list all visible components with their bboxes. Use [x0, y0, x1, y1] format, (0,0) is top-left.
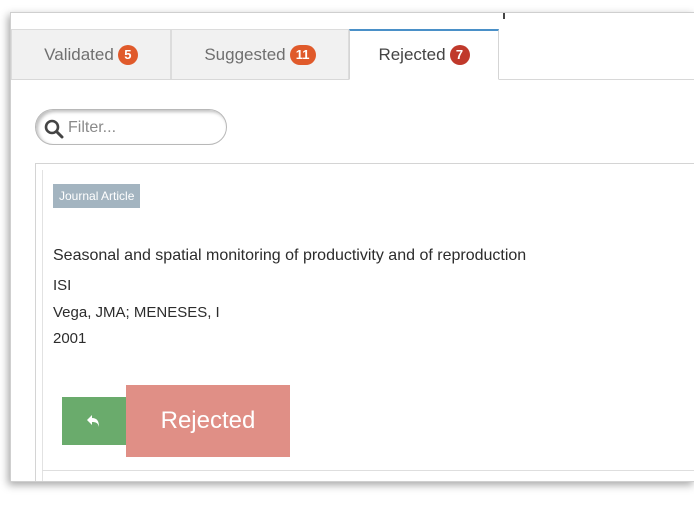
tab-validated-label: Validated [44, 44, 114, 64]
publication-card: Journal Article Seasonal and spatial mon… [35, 163, 694, 481]
undo-icon [87, 415, 99, 427]
rejected-status-button[interactable]: Rejected [126, 385, 290, 457]
tab-rejected-count-badge: 7 [449, 45, 470, 65]
tab-suggested[interactable]: Suggested 11 [171, 29, 349, 79]
tab-validated[interactable]: Validated 5 [11, 29, 171, 79]
card-divider [42, 470, 694, 471]
publication-year: 2001 [53, 330, 87, 347]
publication-source: ISI [53, 277, 72, 294]
publication-type-label: Journal Article [53, 184, 141, 208]
tab-bar: Validated 5 Suggested 11 Rejected 7 [11, 29, 694, 80]
filter-input[interactable] [66, 115, 220, 141]
top-edge-mark [503, 13, 505, 19]
tab-suggested-count-badge: 11 [289, 44, 316, 65]
filter-box [35, 109, 227, 145]
tab-rejected-label: Rejected [378, 45, 446, 64]
publication-authors: Vega, JMA; MENESES, I [53, 304, 220, 321]
search-icon [44, 119, 64, 139]
tab-validated-count-badge: 5 [117, 44, 138, 65]
tab-rejected[interactable]: Rejected 7 [349, 29, 499, 80]
publications-panel: Validated 5 Suggested 11 Rejected 7 Jour… [10, 12, 694, 482]
publication-title: Seasonal and spatial monitoring of produ… [53, 247, 527, 264]
card-inner-border [42, 170, 43, 481]
tab-suggested-label: Suggested [204, 44, 286, 64]
undo-button[interactable] [62, 397, 126, 445]
